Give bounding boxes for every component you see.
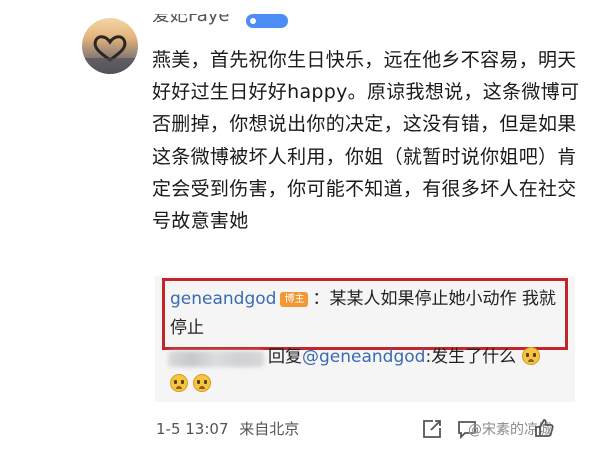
mention-link[interactable]: @geneandgod: [302, 347, 425, 367]
nested-reply: 回复@geneandgod:发生了什么: [268, 343, 540, 372]
post-meta: 1-5 13:07 来自北京: [156, 418, 299, 439]
crying-emoji-icon: [193, 374, 212, 392]
like-icon[interactable]: [533, 417, 555, 439]
post-text: 燕美，首先祝你生日快乐，远在他乡不容易，明天好好过生日好好happy。原谅我想说…: [152, 49, 580, 233]
reply-prefix: 回复: [268, 347, 302, 367]
avatar[interactable]: [82, 18, 138, 74]
verified-badge-icon: [246, 14, 288, 28]
crying-emoji-icon: [170, 374, 188, 392]
location: 来自北京: [239, 420, 300, 438]
reply-text: :发生了什么: [425, 347, 517, 367]
timestamp: 1-5 13:07: [156, 420, 229, 438]
emoji-row: [170, 374, 212, 393]
highlight-box: [162, 278, 568, 350]
share-icon[interactable]: [421, 418, 443, 440]
post-username[interactable]: 爱妃Faye: [152, 14, 229, 26]
blurred-username: [168, 351, 264, 367]
heart-silhouette-icon: [82, 35, 138, 74]
crying-emoji-icon: [521, 347, 540, 365]
